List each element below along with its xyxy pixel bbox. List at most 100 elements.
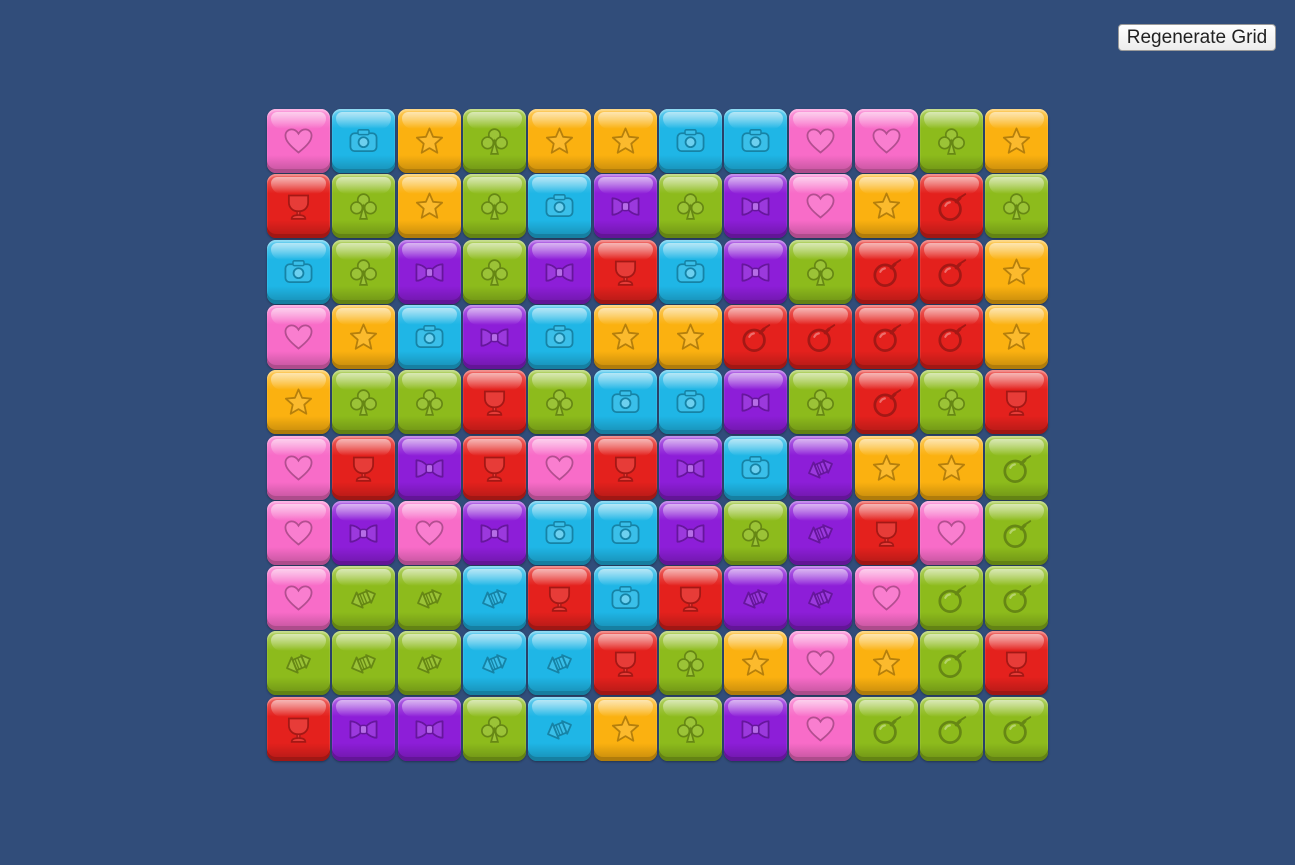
tile-purple-rocket[interactable] — [789, 566, 852, 630]
tile-green-bomb[interactable] — [920, 697, 983, 761]
tile-green-club[interactable] — [463, 240, 526, 304]
tile-pink-heart[interactable] — [789, 109, 852, 173]
tile-red-goblet[interactable] — [594, 436, 657, 500]
tile-pink-heart[interactable] — [855, 109, 918, 173]
tile-orange-star[interactable] — [594, 305, 657, 369]
tile-pink-heart[interactable] — [398, 501, 461, 565]
tile-pink-heart[interactable] — [267, 566, 330, 630]
tile-green-rocket[interactable] — [398, 631, 461, 695]
tile-orange-star[interactable] — [985, 240, 1048, 304]
tile-green-club[interactable] — [659, 697, 722, 761]
tile-blue-camera[interactable] — [659, 109, 722, 173]
tile-orange-star[interactable] — [594, 697, 657, 761]
tile-purple-bowtie[interactable] — [463, 305, 526, 369]
tile-purple-bowtie[interactable] — [659, 436, 722, 500]
tile-orange-star[interactable] — [855, 631, 918, 695]
tile-pink-heart[interactable] — [789, 697, 852, 761]
tile-red-goblet[interactable] — [855, 501, 918, 565]
tile-blue-camera[interactable] — [724, 109, 787, 173]
tile-orange-star[interactable] — [398, 109, 461, 173]
tile-purple-bowtie[interactable] — [528, 240, 591, 304]
tile-green-rocket[interactable] — [398, 566, 461, 630]
tile-purple-rocket[interactable] — [724, 566, 787, 630]
tile-red-bomb[interactable] — [789, 305, 852, 369]
tile-red-bomb[interactable] — [855, 240, 918, 304]
tile-purple-bowtie[interactable] — [659, 501, 722, 565]
tile-green-club[interactable] — [724, 501, 787, 565]
tile-green-club[interactable] — [789, 240, 852, 304]
tile-green-club[interactable] — [463, 174, 526, 238]
tile-green-club[interactable] — [659, 174, 722, 238]
tile-green-bomb[interactable] — [920, 566, 983, 630]
tile-purple-bowtie[interactable] — [724, 174, 787, 238]
tile-green-club[interactable] — [332, 370, 395, 434]
tile-purple-bowtie[interactable] — [594, 174, 657, 238]
tile-orange-star[interactable] — [594, 109, 657, 173]
tile-red-goblet[interactable] — [594, 240, 657, 304]
tile-red-goblet[interactable] — [267, 174, 330, 238]
tile-red-goblet[interactable] — [659, 566, 722, 630]
regenerate-grid-button[interactable]: Regenerate Grid — [1118, 24, 1276, 51]
tile-orange-star[interactable] — [267, 370, 330, 434]
tile-blue-rocket[interactable] — [528, 697, 591, 761]
tile-green-bomb[interactable] — [855, 697, 918, 761]
tile-pink-heart[interactable] — [855, 566, 918, 630]
tile-blue-camera[interactable] — [398, 305, 461, 369]
tile-blue-camera[interactable] — [659, 370, 722, 434]
tile-green-club[interactable] — [920, 109, 983, 173]
tile-pink-heart[interactable] — [789, 174, 852, 238]
tile-green-bomb[interactable] — [920, 631, 983, 695]
tile-purple-bowtie[interactable] — [724, 370, 787, 434]
tile-blue-rocket[interactable] — [463, 631, 526, 695]
tile-red-goblet[interactable] — [463, 370, 526, 434]
tile-red-goblet[interactable] — [332, 436, 395, 500]
tile-purple-bowtie[interactable] — [463, 501, 526, 565]
tile-red-goblet[interactable] — [463, 436, 526, 500]
tile-purple-bowtie[interactable] — [398, 697, 461, 761]
tile-purple-bowtie[interactable] — [398, 240, 461, 304]
tile-purple-rocket[interactable] — [789, 501, 852, 565]
tile-pink-heart[interactable] — [267, 436, 330, 500]
tile-green-club[interactable] — [659, 631, 722, 695]
tile-red-bomb[interactable] — [920, 240, 983, 304]
tile-orange-star[interactable] — [528, 109, 591, 173]
tile-green-bomb[interactable] — [985, 697, 1048, 761]
tile-red-bomb[interactable] — [855, 370, 918, 434]
tile-red-goblet[interactable] — [985, 631, 1048, 695]
tile-orange-star[interactable] — [920, 436, 983, 500]
tile-blue-camera[interactable] — [528, 501, 591, 565]
tile-orange-star[interactable] — [985, 305, 1048, 369]
tile-pink-heart[interactable] — [789, 631, 852, 695]
tile-purple-bowtie[interactable] — [724, 697, 787, 761]
tile-green-club[interactable] — [985, 174, 1048, 238]
tile-green-bomb[interactable] — [985, 436, 1048, 500]
tile-purple-bowtie[interactable] — [332, 501, 395, 565]
tile-orange-star[interactable] — [659, 305, 722, 369]
tile-pink-heart[interactable] — [267, 109, 330, 173]
tile-purple-bowtie[interactable] — [332, 697, 395, 761]
tile-blue-camera[interactable] — [332, 109, 395, 173]
tile-green-club[interactable] — [463, 697, 526, 761]
tile-red-bomb[interactable] — [920, 174, 983, 238]
tile-orange-star[interactable] — [855, 174, 918, 238]
tile-green-rocket[interactable] — [267, 631, 330, 695]
tile-green-club[interactable] — [332, 174, 395, 238]
tile-red-goblet[interactable] — [594, 631, 657, 695]
tile-pink-heart[interactable] — [528, 436, 591, 500]
tile-pink-heart[interactable] — [920, 501, 983, 565]
tile-orange-star[interactable] — [398, 174, 461, 238]
tile-blue-camera[interactable] — [528, 174, 591, 238]
tile-blue-rocket[interactable] — [463, 566, 526, 630]
tile-blue-camera[interactable] — [724, 436, 787, 500]
tile-orange-star[interactable] — [855, 436, 918, 500]
tile-blue-camera[interactable] — [594, 566, 657, 630]
tile-green-club[interactable] — [789, 370, 852, 434]
tile-red-goblet[interactable] — [985, 370, 1048, 434]
tile-blue-camera[interactable] — [528, 305, 591, 369]
tile-purple-bowtie[interactable] — [724, 240, 787, 304]
tile-orange-star[interactable] — [332, 305, 395, 369]
tile-red-goblet[interactable] — [528, 566, 591, 630]
tile-green-bomb[interactable] — [985, 501, 1048, 565]
tile-red-bomb[interactable] — [855, 305, 918, 369]
tile-green-rocket[interactable] — [332, 631, 395, 695]
